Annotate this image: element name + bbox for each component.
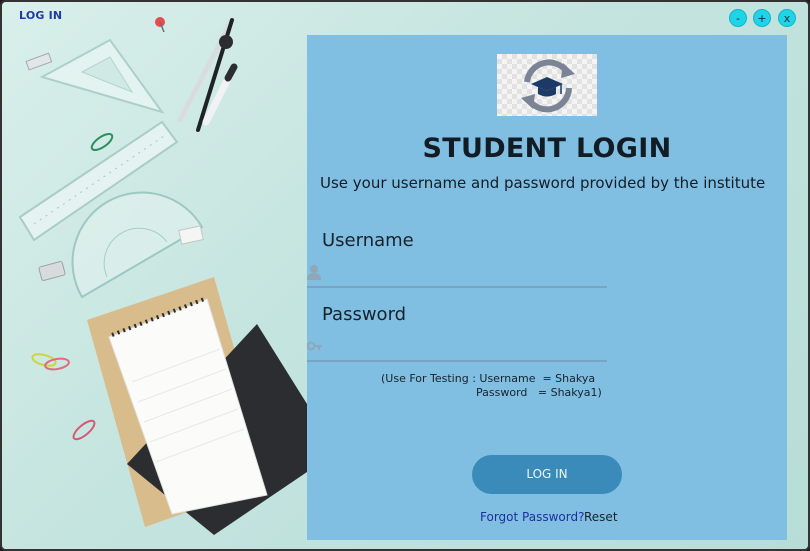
username-label: Username xyxy=(322,230,414,251)
password-underline xyxy=(307,360,607,362)
sharpener xyxy=(38,261,66,281)
minimize-button[interactable]: - xyxy=(729,9,747,27)
login-button[interactable]: LOG IN xyxy=(472,455,622,494)
testing-hint-username: (Use For Testing : Username = Shakya xyxy=(381,372,596,385)
username-underline xyxy=(307,286,607,288)
push-pin xyxy=(155,17,165,33)
graduation-cap-refresh-icon xyxy=(497,54,597,116)
key-icon xyxy=(307,341,322,351)
login-window: LOG IN - + x STUDENT LOGIN Use your user… xyxy=(0,0,810,551)
eraser xyxy=(25,52,53,71)
triangle-ruler xyxy=(39,38,165,114)
desk-scene-illustration xyxy=(18,17,307,535)
password-label: Password xyxy=(322,304,407,325)
maximize-button[interactable]: + xyxy=(753,9,771,27)
close-button[interactable]: x xyxy=(778,9,796,27)
paper-clip-red xyxy=(72,419,96,441)
password-input[interactable] xyxy=(327,334,607,360)
notebooks xyxy=(87,277,307,535)
reset-link[interactable]: Reset xyxy=(584,510,618,524)
login-instructions: Use your username and password provided … xyxy=(320,174,766,192)
paper-clip-green xyxy=(90,132,114,152)
user-icon xyxy=(307,265,321,280)
forgot-password-link[interactable]: Forgot Password? xyxy=(480,510,584,524)
window-title: LOG IN xyxy=(19,9,63,22)
protractor xyxy=(71,191,204,299)
paper-clip-pink xyxy=(44,357,70,371)
page-title: STUDENT LOGIN xyxy=(422,133,672,164)
login-panel: STUDENT LOGIN Use your username and pass… xyxy=(307,35,787,540)
username-input[interactable] xyxy=(327,261,607,287)
testing-hint-password: Password = Shakya1) xyxy=(476,386,602,399)
